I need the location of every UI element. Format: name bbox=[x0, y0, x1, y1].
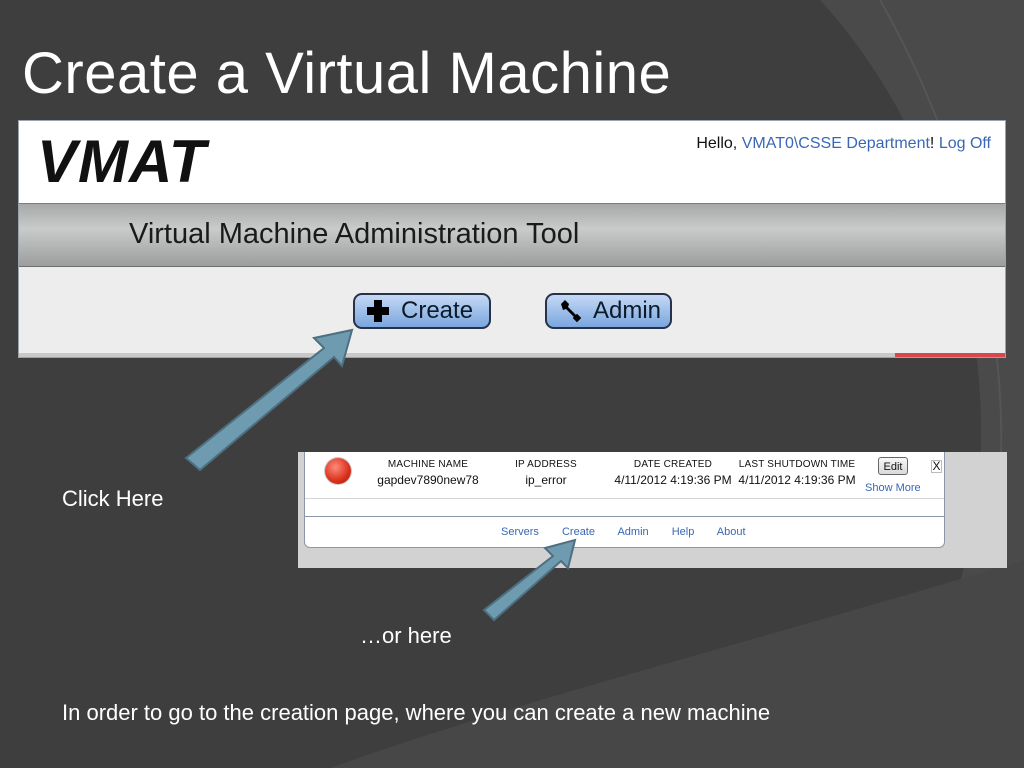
exclaim-text: ! bbox=[929, 135, 939, 152]
background-swoosh bbox=[330, 0, 1024, 768]
slide-title: Create a Virtual Machine bbox=[22, 41, 672, 106]
header-ip-address: IP ADDRESS bbox=[515, 459, 577, 470]
create-button[interactable]: Create bbox=[353, 293, 491, 329]
vmat-header-screenshot: VMAT Hello, VMAT0\CSSE Department! Log O… bbox=[18, 120, 1006, 358]
footer-divider bbox=[305, 516, 944, 517]
header-last-shutdown: LAST SHUTDOWN TIME bbox=[738, 459, 856, 470]
plus-icon bbox=[365, 298, 391, 324]
status-indicator-icon bbox=[325, 458, 351, 484]
footer-link-about[interactable]: About bbox=[717, 526, 746, 538]
last-shutdown-value: 4/11/2012 4:19:36 PM bbox=[738, 473, 856, 487]
machine-name-value: gapdev7890new78 bbox=[377, 473, 479, 487]
red-accent-strip bbox=[895, 353, 1005, 357]
admin-button-label: Admin bbox=[593, 297, 662, 324]
column-last-shutdown: LAST SHUTDOWN TIME 4/11/2012 4:19:36 PM bbox=[737, 459, 857, 487]
logoff-link[interactable]: Log Off bbox=[939, 135, 991, 152]
user-link[interactable]: VMAT0\CSSE Department bbox=[742, 135, 930, 152]
footer-link-create[interactable]: Create bbox=[562, 526, 595, 538]
vmat-header: VMAT Hello, VMAT0\CSSE Department! Log O… bbox=[19, 121, 1005, 203]
create-button-label: Create bbox=[401, 297, 474, 324]
machine-list-panel: MACHINE NAME gapdev7890new78 IP ADDRESS … bbox=[304, 452, 945, 548]
footer-link-servers[interactable]: Servers bbox=[501, 526, 539, 538]
edit-button[interactable]: Edit bbox=[878, 457, 908, 475]
date-created-value: 4/11/2012 4:19:36 PM bbox=[614, 473, 732, 487]
vmat-logo: VMAT bbox=[37, 128, 207, 195]
admin-button[interactable]: Admin bbox=[545, 293, 672, 329]
ip-address-value: ip_error bbox=[525, 473, 567, 487]
footer-link-admin[interactable]: Admin bbox=[617, 526, 648, 538]
footer-nav: Servers Create Admin Help About bbox=[501, 526, 766, 538]
header-date-created: DATE CREATED bbox=[633, 459, 713, 470]
show-more-link[interactable]: Show More bbox=[865, 482, 921, 494]
column-date-created: DATE CREATED 4/11/2012 4:19:36 PM bbox=[609, 459, 737, 487]
tool-title-bar: Virtual Machine Administration Tool bbox=[19, 203, 1005, 267]
caption-or-here: …or here bbox=[360, 623, 452, 648]
tool-title: Virtual Machine Administration Tool bbox=[129, 218, 580, 250]
hello-text: Hello, bbox=[696, 135, 742, 152]
column-machine-name: MACHINE NAME gapdev7890new78 bbox=[363, 459, 493, 487]
user-greeting: Hello, VMAT0\CSSE Department! Log Off bbox=[696, 135, 991, 153]
wrench-icon bbox=[557, 298, 583, 324]
caption-explanation: In order to go to the creation page, whe… bbox=[62, 700, 771, 725]
header-bottom-line bbox=[19, 353, 1005, 357]
close-icon[interactable]: X bbox=[931, 460, 942, 473]
row-divider bbox=[305, 498, 944, 499]
header-machine-name: MACHINE NAME bbox=[387, 459, 469, 470]
caption-click-here: Click Here bbox=[62, 486, 164, 511]
footer-link-help[interactable]: Help bbox=[672, 526, 695, 538]
machine-list-screenshot: MACHINE NAME gapdev7890new78 IP ADDRESS … bbox=[298, 452, 1007, 568]
column-ip-address: IP ADDRESS ip_error bbox=[501, 459, 591, 487]
